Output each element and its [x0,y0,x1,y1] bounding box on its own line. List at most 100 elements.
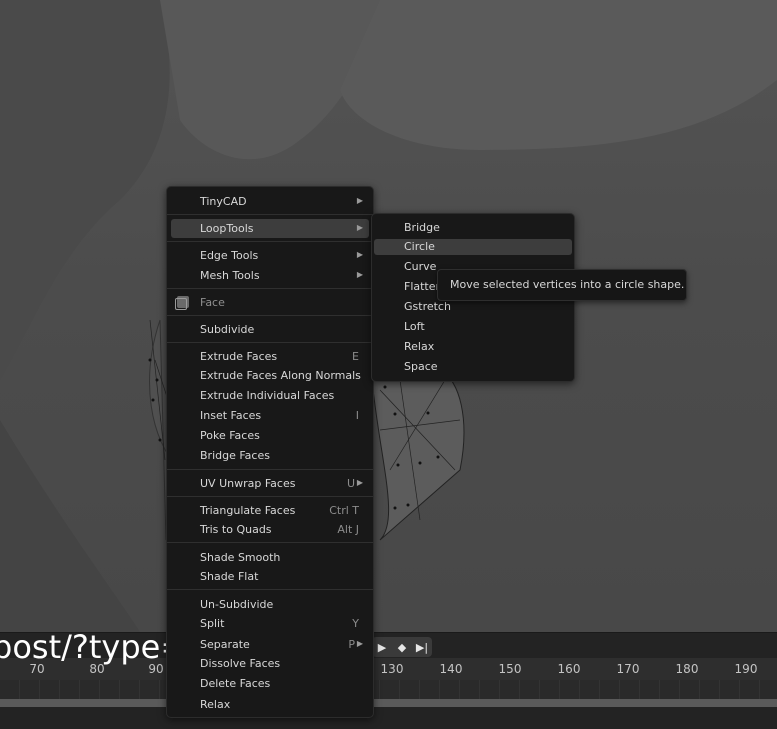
menu-item-un-subdivide[interactable]: Un-Subdivide [171,595,369,614]
submenu-arrow-icon: ▶ [356,250,363,259]
timeline-footer [0,707,777,729]
menu-item-label: Edge Tools [200,249,259,262]
submenu-item-label: Circle [404,240,435,253]
menu-separator [167,241,373,242]
menu-item-label: UV Unwrap Faces [200,477,296,490]
menu-item-shortcut: E [352,350,359,363]
menu-item-label: Extrude Faces Along Normals [200,369,361,382]
jump-to-end-icon[interactable]: ▶| [412,637,432,657]
submenu-item-label: Loft [404,320,425,333]
submenu-arrow-icon: ▶ [356,270,363,279]
menu-item-label: Relax [200,698,231,711]
menu-separator [167,342,373,343]
submenu-arrow-icon: ▶ [356,478,363,487]
submenu-item-label: Space [404,360,438,373]
submenu-item-space[interactable]: Space [374,359,572,375]
menu-item-shortcut: P [348,638,355,651]
menu-separator [167,315,373,316]
frame-label: 170 [616,662,640,676]
playback-controls: ▶ ◆ ▶| [372,637,432,657]
submenu-item-label: Relax [404,340,435,353]
menu-item-looptools[interactable]: LoopTools ▶ [171,219,369,238]
menu-item-label: Inset Faces [200,409,262,422]
menu-item-label: Split [200,617,225,630]
menu-item-tris-to-quads[interactable]: Tris to Quads Alt J [171,520,369,539]
menu-item-bridge-faces[interactable]: Bridge Faces [171,446,369,465]
frame-label: 160 [557,662,581,676]
menu-separator [167,496,373,497]
menu-item-label: Delete Faces [200,677,271,690]
menu-item-label: Subdivide [200,323,255,336]
menu-item-label: Triangulate Faces [200,504,296,517]
tooltip-text: Move selected vertices into a circle sha… [450,278,685,291]
menu-item-dissolve-faces[interactable]: Dissolve Faces [171,654,369,673]
play-icon[interactable]: ▶ [372,637,392,657]
menu-item-extrude-individual[interactable]: Extrude Individual Faces [171,386,369,405]
menu-item-shade-flat[interactable]: Shade Flat [171,567,369,586]
menu-item-label: Bridge Faces [200,449,270,462]
frame-label: 150 [498,662,522,676]
menu-separator [167,589,373,590]
menu-item-shade-smooth[interactable]: Shade Smooth [171,548,369,567]
submenu-item-loft[interactable]: Loft [374,319,572,335]
menu-item-label: Extrude Individual Faces [200,389,335,402]
timeline-track[interactable] [0,680,777,700]
submenu-item-label: Bridge [404,221,440,234]
menu-separator [167,214,373,215]
menu-item-separate[interactable]: Separate P ▶ [171,635,369,654]
menu-item-label: Extrude Faces [200,350,278,363]
menu-item-label: Separate [200,638,250,651]
menu-item-triangulate[interactable]: Triangulate Faces Ctrl T [171,501,369,520]
menu-item-label: Shade Flat [200,570,259,583]
menu-item-mesh-tools[interactable]: Mesh Tools ▶ [171,266,369,285]
submenu-arrow-icon: ▶ [356,196,363,205]
menu-separator [167,288,373,289]
submenu-item-bridge[interactable]: Bridge [374,220,572,236]
frame-label: 130 [380,662,404,676]
submenu-arrow-icon: ▶ [356,223,363,232]
menu-item-delete-faces[interactable]: Delete Faces [171,674,369,693]
menu-separator [167,469,373,470]
menu-item-relax[interactable]: Relax [171,695,369,714]
menu-item-label: Un-Subdivide [200,598,274,611]
background-mesh-shape [0,0,170,380]
menu-item-shortcut: Alt J [337,523,359,536]
menu-item-shortcut: I [355,409,359,422]
submenu-item-circle[interactable]: Circle [374,239,572,255]
menu-item-shortcut: U [346,477,355,490]
menu-item-label: Dissolve Faces [200,657,281,670]
submenu-item-relax[interactable]: Relax [374,339,572,355]
menu-item-inset-faces[interactable]: Inset Faces I [171,406,369,425]
menu-item-uv-unwrap[interactable]: UV Unwrap Faces U ▶ [171,474,369,493]
menu-header-label: Face [200,296,225,309]
submenu-item-gstretch[interactable]: Gstretch [374,299,572,315]
menu-item-label: Shade Smooth [200,551,281,564]
menu-item-subdivide[interactable]: Subdivide [171,320,369,339]
frame-label: 140 [439,662,463,676]
next-keyframe-icon[interactable]: ◆ [392,637,412,657]
menu-item-shortcut: Ctrl T [329,504,359,517]
submenu-item-label: Curve [404,260,437,273]
menu-item-extrude-along-normals[interactable]: Extrude Faces Along Normals [171,366,369,385]
menu-item-edge-tools[interactable]: Edge Tools ▶ [171,246,369,265]
menu-item-label: LoopTools [200,222,254,235]
submenu-item-label: Gstretch [404,300,451,313]
menu-item-poke-faces[interactable]: Poke Faces [171,426,369,445]
menu-header-face: Face [171,293,369,312]
submenu-arrow-icon: ▶ [356,639,363,648]
background-mesh-shape [340,0,777,150]
menu-item-shortcut: Y [352,617,359,630]
mesh-object [371,369,465,541]
face-icon [175,296,189,310]
timeline-scrollbar[interactable] [0,699,777,707]
menu-item-label: TinyCAD [200,195,247,208]
frame-label: 190 [734,662,758,676]
menu-item-tinycad[interactable]: TinyCAD ▶ [171,192,369,211]
face-context-menu: TinyCAD ▶ LoopTools ▶ Edge Tools ▶ Mesh … [166,186,374,718]
menu-item-extrude-faces[interactable]: Extrude Faces E [171,347,369,366]
menu-item-label: Poke Faces [200,429,260,442]
menu-item-split[interactable]: Split Y [171,614,369,633]
menu-item-label: Tris to Quads [200,523,272,536]
frame-label: 180 [675,662,699,676]
tooltip: Move selected vertices into a circle sha… [437,269,687,301]
